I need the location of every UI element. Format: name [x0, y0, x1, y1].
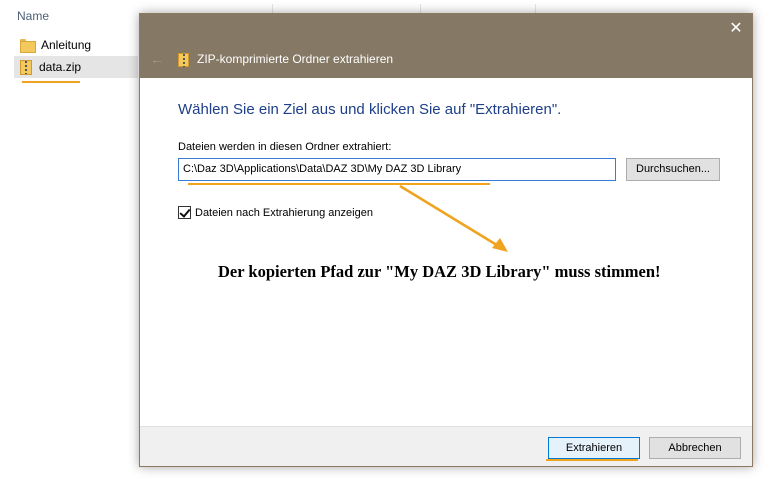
cancel-button[interactable]: Abbrechen	[649, 437, 741, 459]
extract-dialog: ✕ ← ZIP-komprimierte Ordner extrahieren …	[139, 13, 753, 467]
highlight-underline	[22, 81, 80, 83]
zip-icon	[178, 53, 189, 67]
destination-path-input[interactable]: C:\Daz 3D\Applications\Data\DAZ 3D\My DA…	[178, 158, 616, 181]
browse-button[interactable]: Durchsuchen...	[626, 158, 720, 181]
destination-label: Dateien werden in diesen Ordner extrahie…	[178, 141, 392, 153]
path-underline	[188, 183, 490, 185]
dialog-footer: Extrahieren Abbrechen	[140, 426, 752, 466]
dialog-heading: Wählen Sie ein Ziel aus und klicken Sie …	[178, 101, 562, 118]
file-name: data.zip	[39, 60, 82, 74]
dialog-title: ZIP-komprimierte Ordner extrahieren	[197, 52, 394, 66]
show-files-label: Dateien nach Extrahierung anzeigen	[195, 206, 373, 219]
show-files-checkbox[interactable]	[178, 206, 191, 219]
annotation-text: Der kopierten Pfad zur "My DAZ 3D Librar…	[218, 262, 661, 281]
folder-icon	[20, 39, 36, 53]
extract-button[interactable]: Extrahieren	[548, 437, 640, 459]
zip-icon	[20, 59, 32, 75]
file-row-anleitung[interactable]: Anleitung	[14, 34, 138, 56]
back-arrow-icon[interactable]: ←	[150, 51, 164, 67]
show-files-checkbox-row[interactable]: Dateien nach Extrahierung anzeigen	[178, 206, 373, 219]
dialog-title-bar: ✕ ← ZIP-komprimierte Ordner extrahieren	[140, 14, 752, 78]
file-row-data-zip[interactable]: data.zip	[14, 56, 138, 78]
close-icon[interactable]: ✕	[720, 14, 752, 44]
extract-underline	[546, 459, 638, 461]
column-header-name[interactable]: Name	[17, 9, 49, 23]
file-name: Anleitung	[41, 38, 92, 52]
